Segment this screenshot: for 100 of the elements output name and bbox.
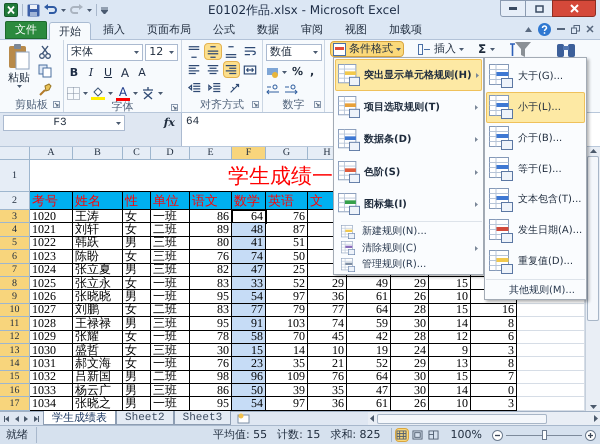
insert-function-button[interactable]: fx [164, 115, 175, 131]
scroll-thumb[interactable] [587, 156, 599, 321]
ribbon-tab[interactable]: 加载项 [379, 21, 432, 39]
menu-item[interactable]: 发生日期(A)... [486, 215, 585, 246]
paste-button[interactable]: 粘贴 [4, 43, 34, 98]
maximize-button[interactable] [526, 0, 552, 17]
scroll-down-icon[interactable] [590, 405, 596, 409]
menu-item[interactable]: 文本包含(T)... [486, 184, 585, 216]
sheet-nav-last-icon[interactable] [34, 416, 39, 422]
column-header[interactable]: G [266, 147, 308, 159]
row-header[interactable]: 13 [0, 344, 30, 358]
ribbon-tab[interactable]: 页面布局 [137, 21, 201, 39]
menu-item[interactable]: 清除规则(C) [335, 240, 482, 256]
menu-item[interactable]: 其他规则(M)... [486, 282, 585, 298]
number-style-button[interactable]: , [308, 66, 316, 78]
scroll-right-icon[interactable] [594, 415, 598, 422]
borders-icon[interactable] [67, 86, 80, 100]
row-header[interactable]: 1 [0, 160, 30, 192]
minimize-button[interactable] [500, 0, 526, 17]
zoom-out-icon[interactable] [492, 430, 503, 440]
sheet-tab[interactable]: Sheet2 [116, 411, 174, 425]
shrink-button[interactable]: A [135, 65, 149, 81]
dialog-launcher-icon[interactable] [252, 101, 259, 108]
menu-item[interactable]: 项目选取规则(T) [335, 91, 482, 124]
scroll-up-icon[interactable] [590, 149, 596, 153]
scissors-icon[interactable] [38, 45, 52, 59]
sheet-tab[interactable]: 学生成绩表 [43, 411, 116, 425]
zoom-slider[interactable] [506, 430, 582, 440]
font-color-button[interactable]: A [116, 85, 130, 101]
insert-cells-button[interactable]: 插入 [418, 41, 464, 57]
dialog-launcher-icon[interactable] [53, 101, 60, 108]
sheet-nav-previous-icon[interactable] [14, 416, 19, 422]
menu-item[interactable]: 小于(L)... [486, 92, 585, 123]
insert-sheet-icon[interactable] [237, 413, 252, 424]
dialog-launcher-icon[interactable] [314, 101, 321, 108]
bold-button[interactable]: B [67, 65, 81, 81]
scroll-thumb[interactable] [377, 414, 547, 424]
zoom-in-icon[interactable] [585, 430, 596, 440]
conditional-formatting-button[interactable]: 条件格式 [330, 41, 404, 57]
column-header[interactable]: B [73, 147, 123, 159]
ribbon-tab[interactable]: 开始 [49, 22, 91, 40]
number-format-field[interactable]: 数值 [266, 44, 322, 61]
excel-icon[interactable] [4, 3, 18, 17]
increase-decimal-icon[interactable] [266, 84, 280, 96]
restore-icon[interactable] [571, 24, 580, 34]
help-icon[interactable] [538, 22, 551, 36]
sheet-nav-next-icon[interactable] [24, 416, 29, 422]
ribbon-tab[interactable]: 公式 [203, 21, 245, 39]
copy-icon[interactable] [38, 64, 52, 78]
collapse-ribbon-icon[interactable] [525, 26, 532, 32]
column-header[interactable]: D [151, 147, 190, 159]
row-header[interactable]: 6 [0, 250, 30, 264]
row-header[interactable]: 15 [0, 370, 30, 384]
column-header[interactable]: A [30, 147, 73, 159]
ribbon-tab[interactable]: 审阅 [291, 21, 333, 39]
sort-filter-icon[interactable] [509, 42, 532, 57]
menu-item[interactable]: 等于(E)... [486, 154, 585, 184]
row-header[interactable]: 9 [0, 290, 30, 304]
underline-button[interactable]: U [101, 65, 115, 81]
menu-item[interactable]: 突出显示单元格规则(H) [335, 59, 482, 92]
name-box[interactable]: F3 [3, 115, 125, 131]
sheet-tab[interactable]: Sheet3 [174, 411, 232, 425]
column-header[interactable]: F [232, 147, 266, 159]
pagebreak-view-button[interactable] [426, 428, 441, 442]
sheet-nav-first-icon[interactable] [4, 416, 9, 422]
normal-view-button[interactable] [394, 428, 409, 442]
file-tab[interactable]: 文件 [5, 21, 47, 39]
paintbrush-icon[interactable] [38, 83, 52, 97]
grow-button[interactable]: A [118, 65, 132, 81]
menu-item[interactable]: 大于(G)... [486, 61, 585, 92]
row-header[interactable]: 17 [0, 397, 30, 411]
font-name-field[interactable]: 宋体 [67, 44, 144, 61]
menu-item[interactable]: 管理规则(R)... [335, 256, 482, 273]
row-header[interactable]: 11 [0, 317, 30, 331]
row-header[interactable]: 4 [0, 223, 30, 237]
layout-view-button[interactable] [410, 428, 425, 442]
middle-align-button[interactable] [204, 43, 222, 60]
ribbon-tab[interactable]: 插入 [93, 21, 135, 39]
binoculars-icon[interactable] [555, 42, 578, 57]
dialog-launcher-icon[interactable] [171, 104, 178, 111]
menu-item[interactable]: 介于(B)... [486, 122, 585, 154]
ribbon-tab[interactable]: 数据 [247, 21, 289, 39]
column-header[interactable]: C [123, 147, 151, 159]
right-align-button[interactable] [222, 61, 240, 78]
decrease-decimal-icon[interactable] [284, 84, 298, 96]
row-header[interactable]: 3 [0, 210, 30, 224]
row-header[interactable]: 12 [0, 330, 30, 344]
row-header[interactable]: 14 [0, 357, 30, 371]
row-header[interactable]: 5 [0, 236, 30, 250]
number-style-button[interactable]: % [290, 66, 306, 78]
row-header[interactable]: 10 [0, 304, 30, 318]
italic-button[interactable]: I [84, 65, 98, 81]
close-icon[interactable] [586, 25, 594, 33]
font-size-field[interactable]: 12 [145, 44, 178, 61]
customize-toolbar-icon[interactable] [101, 6, 108, 14]
menu-item[interactable]: 新建规则(N)... [335, 223, 482, 240]
row-header[interactable]: 2 [0, 192, 30, 210]
undo-icon[interactable] [44, 4, 57, 16]
close-button[interactable] [552, 0, 596, 17]
save-icon[interactable] [27, 4, 40, 16]
